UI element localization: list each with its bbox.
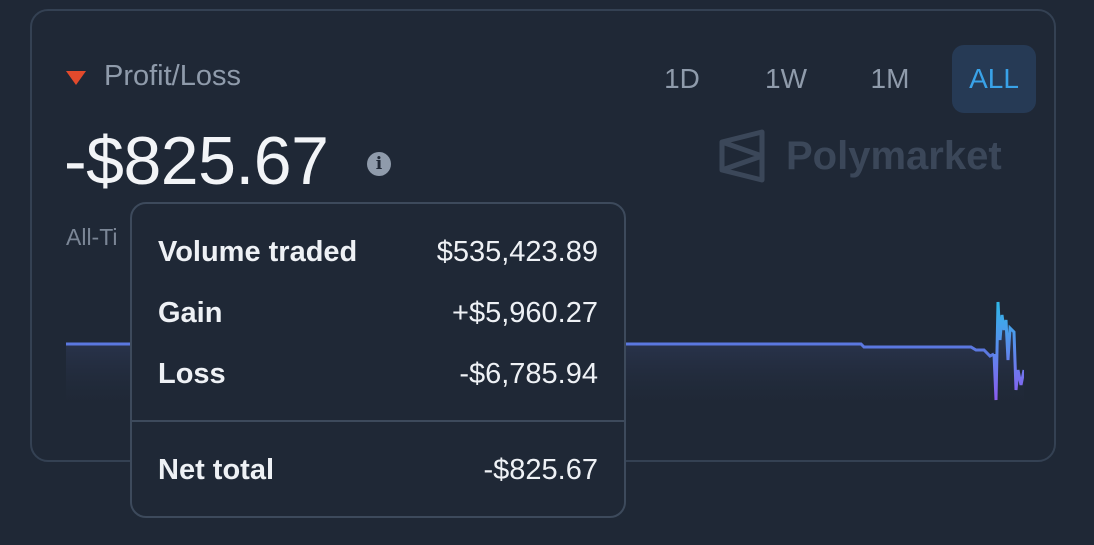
tab-1d[interactable]: 1D (640, 45, 724, 113)
tooltip-value: +$5,960.27 (452, 297, 598, 329)
tooltip-row-gain: Gain +$5,960.27 (158, 297, 598, 330)
tooltip-value: -$6,785.94 (459, 358, 598, 390)
tooltip-label: Loss (158, 358, 226, 390)
tooltip-label: Gain (158, 297, 223, 329)
pnl-header: Profit/Loss (66, 60, 241, 93)
tooltip-value: $535,423.89 (436, 236, 598, 268)
tab-all[interactable]: ALL (952, 45, 1036, 113)
tab-1m[interactable]: 1M (848, 45, 932, 113)
logo-text: Polymarket (786, 133, 1002, 178)
pnl-tooltip: Volume traded $535,423.89 Gain +$5,960.2… (130, 202, 626, 518)
polymarket-logo-icon (719, 129, 765, 183)
tooltip-label: Net total (158, 454, 274, 486)
tooltip-row-volume: Volume traded $535,423.89 (158, 236, 598, 269)
tooltip-row-loss: Loss -$6,785.94 (158, 358, 598, 391)
time-range-tabs: 1D 1W 1M ALL (620, 45, 1036, 113)
tooltip-row-net-total: Net total -$825.67 (158, 454, 598, 487)
info-icon[interactable]: i (367, 152, 391, 176)
polymarket-logo: Polymarket (718, 128, 1002, 184)
pnl-label: Profit/Loss (104, 60, 241, 92)
pnl-subtitle: All-Ti (66, 224, 118, 250)
tooltip-value: -$825.67 (483, 454, 599, 486)
tooltip-divider (132, 420, 624, 422)
tooltip-label: Volume traded (158, 236, 358, 268)
tab-1w[interactable]: 1W (744, 45, 828, 113)
down-arrow-icon (66, 70, 86, 85)
pnl-value: -$825.67 (64, 123, 329, 199)
